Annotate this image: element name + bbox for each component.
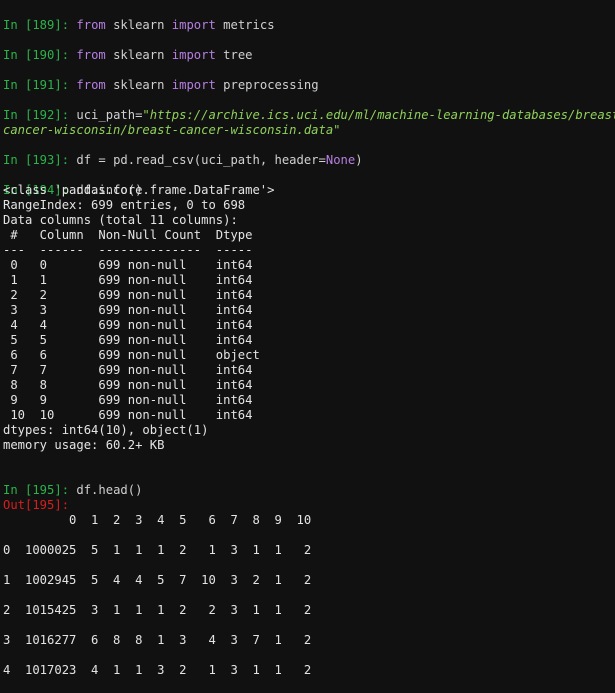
output-line: RangeIndex: 699 entries, 0 to 698 <box>3 198 246 212</box>
keyword-import: import <box>171 78 216 92</box>
code-head: df.head() <box>69 483 143 497</box>
output-line: 7 7 699 non-null int64 <box>3 363 260 377</box>
keyword-from: from <box>76 48 106 62</box>
table-header: 0 1 2 3 4 5 6 7 8 9 10 <box>3 513 312 527</box>
input-cell-191[interactable]: In [191]: from sklearn import preprocess… <box>3 63 319 93</box>
input-prompt: In [190]: <box>3 48 70 62</box>
table-row: 2 1015425 3 1 1 1 2 2 3 1 1 2 <box>3 603 312 617</box>
module-name: sklearn <box>105 48 172 62</box>
input-prompt: In [193]: <box>3 153 70 167</box>
output-line: --- ------ -------------- ----- <box>3 243 260 257</box>
table-row: 3 1016277 6 8 8 1 3 4 3 7 1 2 <box>3 633 312 647</box>
output-line: 10 10 699 non-null int64 <box>3 408 260 422</box>
output-line: 3 3 699 non-null int64 <box>3 303 260 317</box>
keyword-import: import <box>171 18 216 32</box>
output-line: # Column Non-Null Count Dtype <box>3 228 260 242</box>
code-read-csv: df = pd.read_csv(uci_path, header= <box>69 153 326 167</box>
keyword-from: from <box>76 18 106 32</box>
input-cell-193[interactable]: In [193]: df = pd.read_csv(uci_path, hea… <box>3 138 363 168</box>
import-name: metrics <box>215 18 275 32</box>
output-line: 8 8 699 non-null int64 <box>3 378 260 392</box>
output-line: 9 9 699 non-null int64 <box>3 393 260 407</box>
keyword-from: from <box>76 78 106 92</box>
input-prompt: In [192]: <box>3 108 70 122</box>
input-cell-190[interactable]: In [190]: from sklearn import tree <box>3 33 253 63</box>
info-output: <class 'pandas.core.frame.DataFrame'> Ran… <box>3 183 275 453</box>
keyword-none: None <box>325 153 356 167</box>
dataframe-head-table: 0 1 2 3 4 5 6 7 8 9 10 0 1000025 5 1 1 1… <box>3 498 311 693</box>
keyword-import: import <box>171 48 216 62</box>
module-name: sklearn <box>105 78 172 92</box>
url-string-line2: cancer-wisconsin/breast-cancer-wisconsin… <box>3 123 341 137</box>
module-name: sklearn <box>105 18 172 32</box>
input-prompt: In [191]: <box>3 78 70 92</box>
table-row: 1 1002945 5 4 4 5 7 10 3 2 1 2 <box>3 573 312 587</box>
code-suffix: ) <box>355 153 363 167</box>
url-string-line1: "https://archive.ics.uci.edu/ml/machine-… <box>142 108 615 122</box>
output-line: 1 1 699 non-null int64 <box>3 273 260 287</box>
import-name: tree <box>215 48 253 62</box>
input-prompt: In [189]: <box>3 18 70 32</box>
table-row: 0 1000025 5 1 1 1 2 1 3 1 1 2 <box>3 543 312 557</box>
output-line: dtypes: int64(10), object(1) <box>3 423 209 437</box>
output-line: <class 'pandas.core.frame.DataFrame'> <box>3 183 275 197</box>
output-line: 6 6 699 non-null object <box>3 348 260 362</box>
output-line: memory usage: 60.2+ KB <box>3 438 165 452</box>
code-assignment: uci_path= <box>69 108 143 122</box>
output-line: Data columns (total 11 columns): <box>3 213 238 227</box>
input-cell-189[interactable]: In [189]: from sklearn import metrics <box>3 3 275 33</box>
table-row: 4 1017023 4 1 1 3 2 1 3 1 1 2 <box>3 663 312 677</box>
input-cell-192[interactable]: In [192]: uci_path="https://archive.ics.… <box>3 93 615 138</box>
import-name: preprocessing <box>215 78 319 92</box>
output-line: 0 0 699 non-null int64 <box>3 258 260 272</box>
output-line: 4 4 699 non-null int64 <box>3 318 260 332</box>
output-line: 5 5 699 non-null int64 <box>3 333 260 347</box>
output-line: 2 2 699 non-null int64 <box>3 288 260 302</box>
